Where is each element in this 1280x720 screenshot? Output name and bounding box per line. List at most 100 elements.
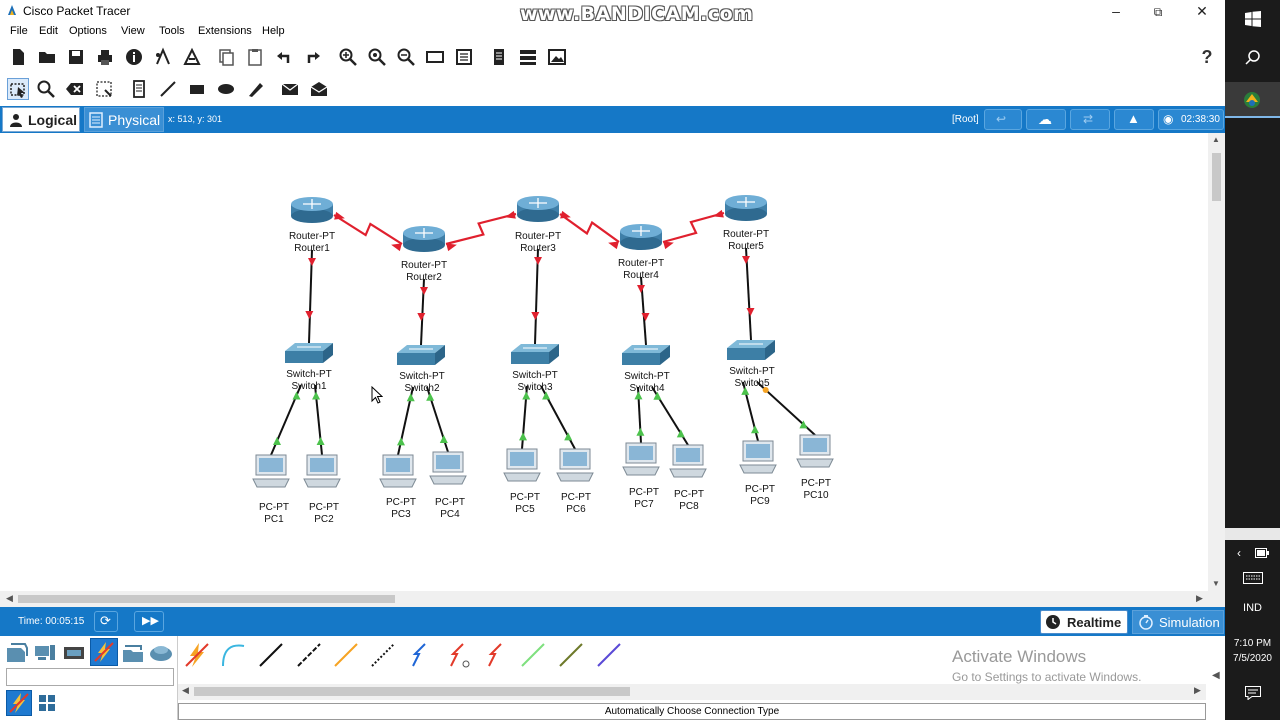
router-label[interactable]: Router-PT Router4 bbox=[611, 258, 671, 282]
canvas-vertical-scrollbar[interactable]: ▲ ▼ bbox=[1208, 133, 1225, 591]
menu-extensions[interactable]: Extensions bbox=[198, 25, 252, 37]
zoom-reset-icon[interactable] bbox=[366, 46, 388, 68]
paste-icon[interactable] bbox=[244, 46, 266, 68]
input-language[interactable]: IND bbox=[1225, 602, 1280, 614]
back-button[interactable]: ↩ bbox=[984, 109, 1022, 130]
draw-rectangle-icon[interactable] bbox=[186, 78, 208, 100]
console-cable-icon[interactable] bbox=[218, 640, 248, 670]
show-hidden-icons-chevron-icon[interactable]: ‹ bbox=[1237, 546, 1241, 560]
freeform-icon[interactable] bbox=[244, 78, 266, 100]
device-list-icon[interactable] bbox=[517, 46, 539, 68]
drawing-palette-icon[interactable] bbox=[424, 46, 446, 68]
network-info-icon[interactable] bbox=[152, 46, 174, 68]
minimize-button[interactable]: – bbox=[1094, 0, 1138, 22]
palette-scroll-thumb[interactable] bbox=[194, 687, 630, 696]
iot-custom-cable-icon[interactable] bbox=[556, 640, 586, 670]
undo-icon[interactable] bbox=[273, 46, 295, 68]
multiuser-category-icon[interactable] bbox=[148, 640, 174, 666]
horizontal-scroll-thumb[interactable] bbox=[18, 595, 395, 603]
search-icon[interactable] bbox=[1245, 49, 1261, 65]
copy-icon[interactable] bbox=[215, 46, 237, 68]
connections-subcategory-icon[interactable] bbox=[6, 690, 32, 716]
fiber-icon[interactable] bbox=[331, 640, 361, 670]
draw-ellipse-icon[interactable] bbox=[215, 78, 237, 100]
router-label[interactable]: Router-PT Router2 bbox=[394, 260, 454, 284]
action-center-icon[interactable] bbox=[1245, 686, 1261, 700]
new-cluster-button[interactable]: ☁ bbox=[1026, 109, 1066, 130]
resize-shape-icon[interactable] bbox=[93, 78, 115, 100]
simulation-mode-button[interactable]: Simulation bbox=[1132, 610, 1224, 634]
menu-options[interactable]: Options bbox=[69, 25, 107, 37]
add-simple-pdu-icon[interactable] bbox=[279, 78, 301, 100]
palette-scroll-right-icon[interactable]: ▶ bbox=[1194, 685, 1201, 696]
coaxial-cable-icon[interactable] bbox=[405, 640, 435, 670]
print-icon[interactable] bbox=[94, 46, 116, 68]
device-search-box[interactable] bbox=[6, 668, 174, 686]
menu-file[interactable]: File bbox=[10, 25, 28, 37]
tab-logical[interactable]: Logical bbox=[2, 107, 80, 132]
set-tiled-background-button[interactable]: ▲ bbox=[1114, 109, 1154, 130]
packet-tracer-taskbar-button[interactable] bbox=[1225, 82, 1280, 118]
taskbar-time[interactable]: 7:10 PM bbox=[1225, 638, 1280, 649]
scroll-right-icon[interactable]: ▶ bbox=[1196, 593, 1203, 604]
switch-label[interactable]: Switch-PT Switch2 bbox=[392, 371, 452, 395]
taskbar-date[interactable]: 7/5/2020 bbox=[1225, 653, 1280, 664]
usb-cable-icon[interactable] bbox=[594, 640, 624, 670]
custom-devices-icon[interactable] bbox=[453, 46, 475, 68]
pc-label[interactable]: PC-PT PC4 bbox=[420, 497, 480, 521]
redo-icon[interactable] bbox=[302, 46, 324, 68]
palette-scroll-left-icon[interactable]: ◀ bbox=[182, 685, 189, 696]
logical-workspace-canvas[interactable]: Router-PT Router1 Router-PT Router2 Router-P… bbox=[0, 133, 1208, 591]
end-devices-category-icon[interactable] bbox=[32, 640, 58, 666]
switch-label[interactable]: Switch-PT Switch3 bbox=[505, 370, 565, 394]
restore-button[interactable]: ⧉ bbox=[1136, 0, 1180, 22]
close-button[interactable]: ✕ bbox=[1180, 0, 1224, 22]
info-icon[interactable] bbox=[123, 46, 145, 68]
draw-line-icon[interactable] bbox=[157, 78, 179, 100]
tab-physical[interactable]: Physical bbox=[84, 107, 164, 132]
canvas-horizontal-scrollbar[interactable]: ◀ ▶ bbox=[0, 591, 1225, 607]
open-folder-icon[interactable] bbox=[36, 46, 58, 68]
components-category-icon[interactable] bbox=[61, 640, 87, 666]
auto-connection-icon[interactable] bbox=[182, 640, 212, 670]
palette-collapse-icon[interactable]: ◀ bbox=[1212, 670, 1220, 681]
battery-icon[interactable] bbox=[1255, 548, 1269, 558]
menu-help[interactable]: Help bbox=[262, 25, 285, 37]
zoom-out-icon[interactable] bbox=[395, 46, 417, 68]
phone-cable-icon[interactable] bbox=[368, 640, 398, 670]
activity-wizard-icon[interactable] bbox=[181, 46, 203, 68]
switch-label[interactable]: Switch-PT Switch5 bbox=[722, 366, 782, 390]
miscellaneous-category-icon[interactable] bbox=[120, 640, 146, 666]
move-object-button[interactable]: ⇄ bbox=[1070, 109, 1110, 130]
place-note-icon[interactable] bbox=[128, 78, 150, 100]
add-complex-pdu-icon[interactable] bbox=[308, 78, 330, 100]
palette-horizontal-scrollbar[interactable]: ◀ ▶ bbox=[178, 684, 1206, 700]
copper-cross-over-icon[interactable] bbox=[294, 640, 324, 670]
fast-forward-button[interactable]: ▶▶ bbox=[134, 611, 164, 632]
menu-edit[interactable]: Edit bbox=[39, 25, 58, 37]
power-cycle-button[interactable]: ⟳ bbox=[94, 611, 118, 632]
taskbar-scrollbar[interactable] bbox=[1225, 528, 1280, 540]
serial-dce-icon[interactable] bbox=[443, 640, 473, 670]
pc-label[interactable]: PC-PT PC9 bbox=[730, 484, 790, 508]
inspect-icon[interactable] bbox=[35, 78, 57, 100]
pc-label[interactable]: PC-PT PC2 bbox=[294, 502, 354, 526]
octal-cable-icon[interactable] bbox=[518, 640, 548, 670]
viewport-button[interactable]: ◉ 02:38:30 bbox=[1158, 109, 1224, 130]
scroll-left-icon[interactable]: ◀ bbox=[6, 593, 13, 604]
menu-tools[interactable]: Tools bbox=[159, 25, 185, 37]
pc-label[interactable]: PC-PT PC10 bbox=[786, 478, 846, 502]
image-icon[interactable] bbox=[546, 46, 568, 68]
keyboard-icon[interactable] bbox=[1243, 572, 1263, 584]
router-label[interactable]: Router-PT Router1 bbox=[282, 231, 342, 255]
zoom-in-icon[interactable] bbox=[337, 46, 359, 68]
copper-straight-through-icon[interactable] bbox=[256, 640, 286, 670]
delete-icon[interactable] bbox=[64, 78, 86, 100]
switch-label[interactable]: Switch-PT Switch1 bbox=[279, 369, 339, 393]
pc-label[interactable]: PC-PT PC8 bbox=[659, 489, 719, 513]
new-file-icon[interactable] bbox=[7, 46, 29, 68]
windows-start-icon[interactable] bbox=[1245, 11, 1261, 27]
serial-dte-icon[interactable] bbox=[481, 640, 511, 670]
router-label[interactable]: Router-PT Router3 bbox=[508, 231, 568, 255]
scroll-down-icon[interactable]: ▼ bbox=[1212, 579, 1220, 588]
